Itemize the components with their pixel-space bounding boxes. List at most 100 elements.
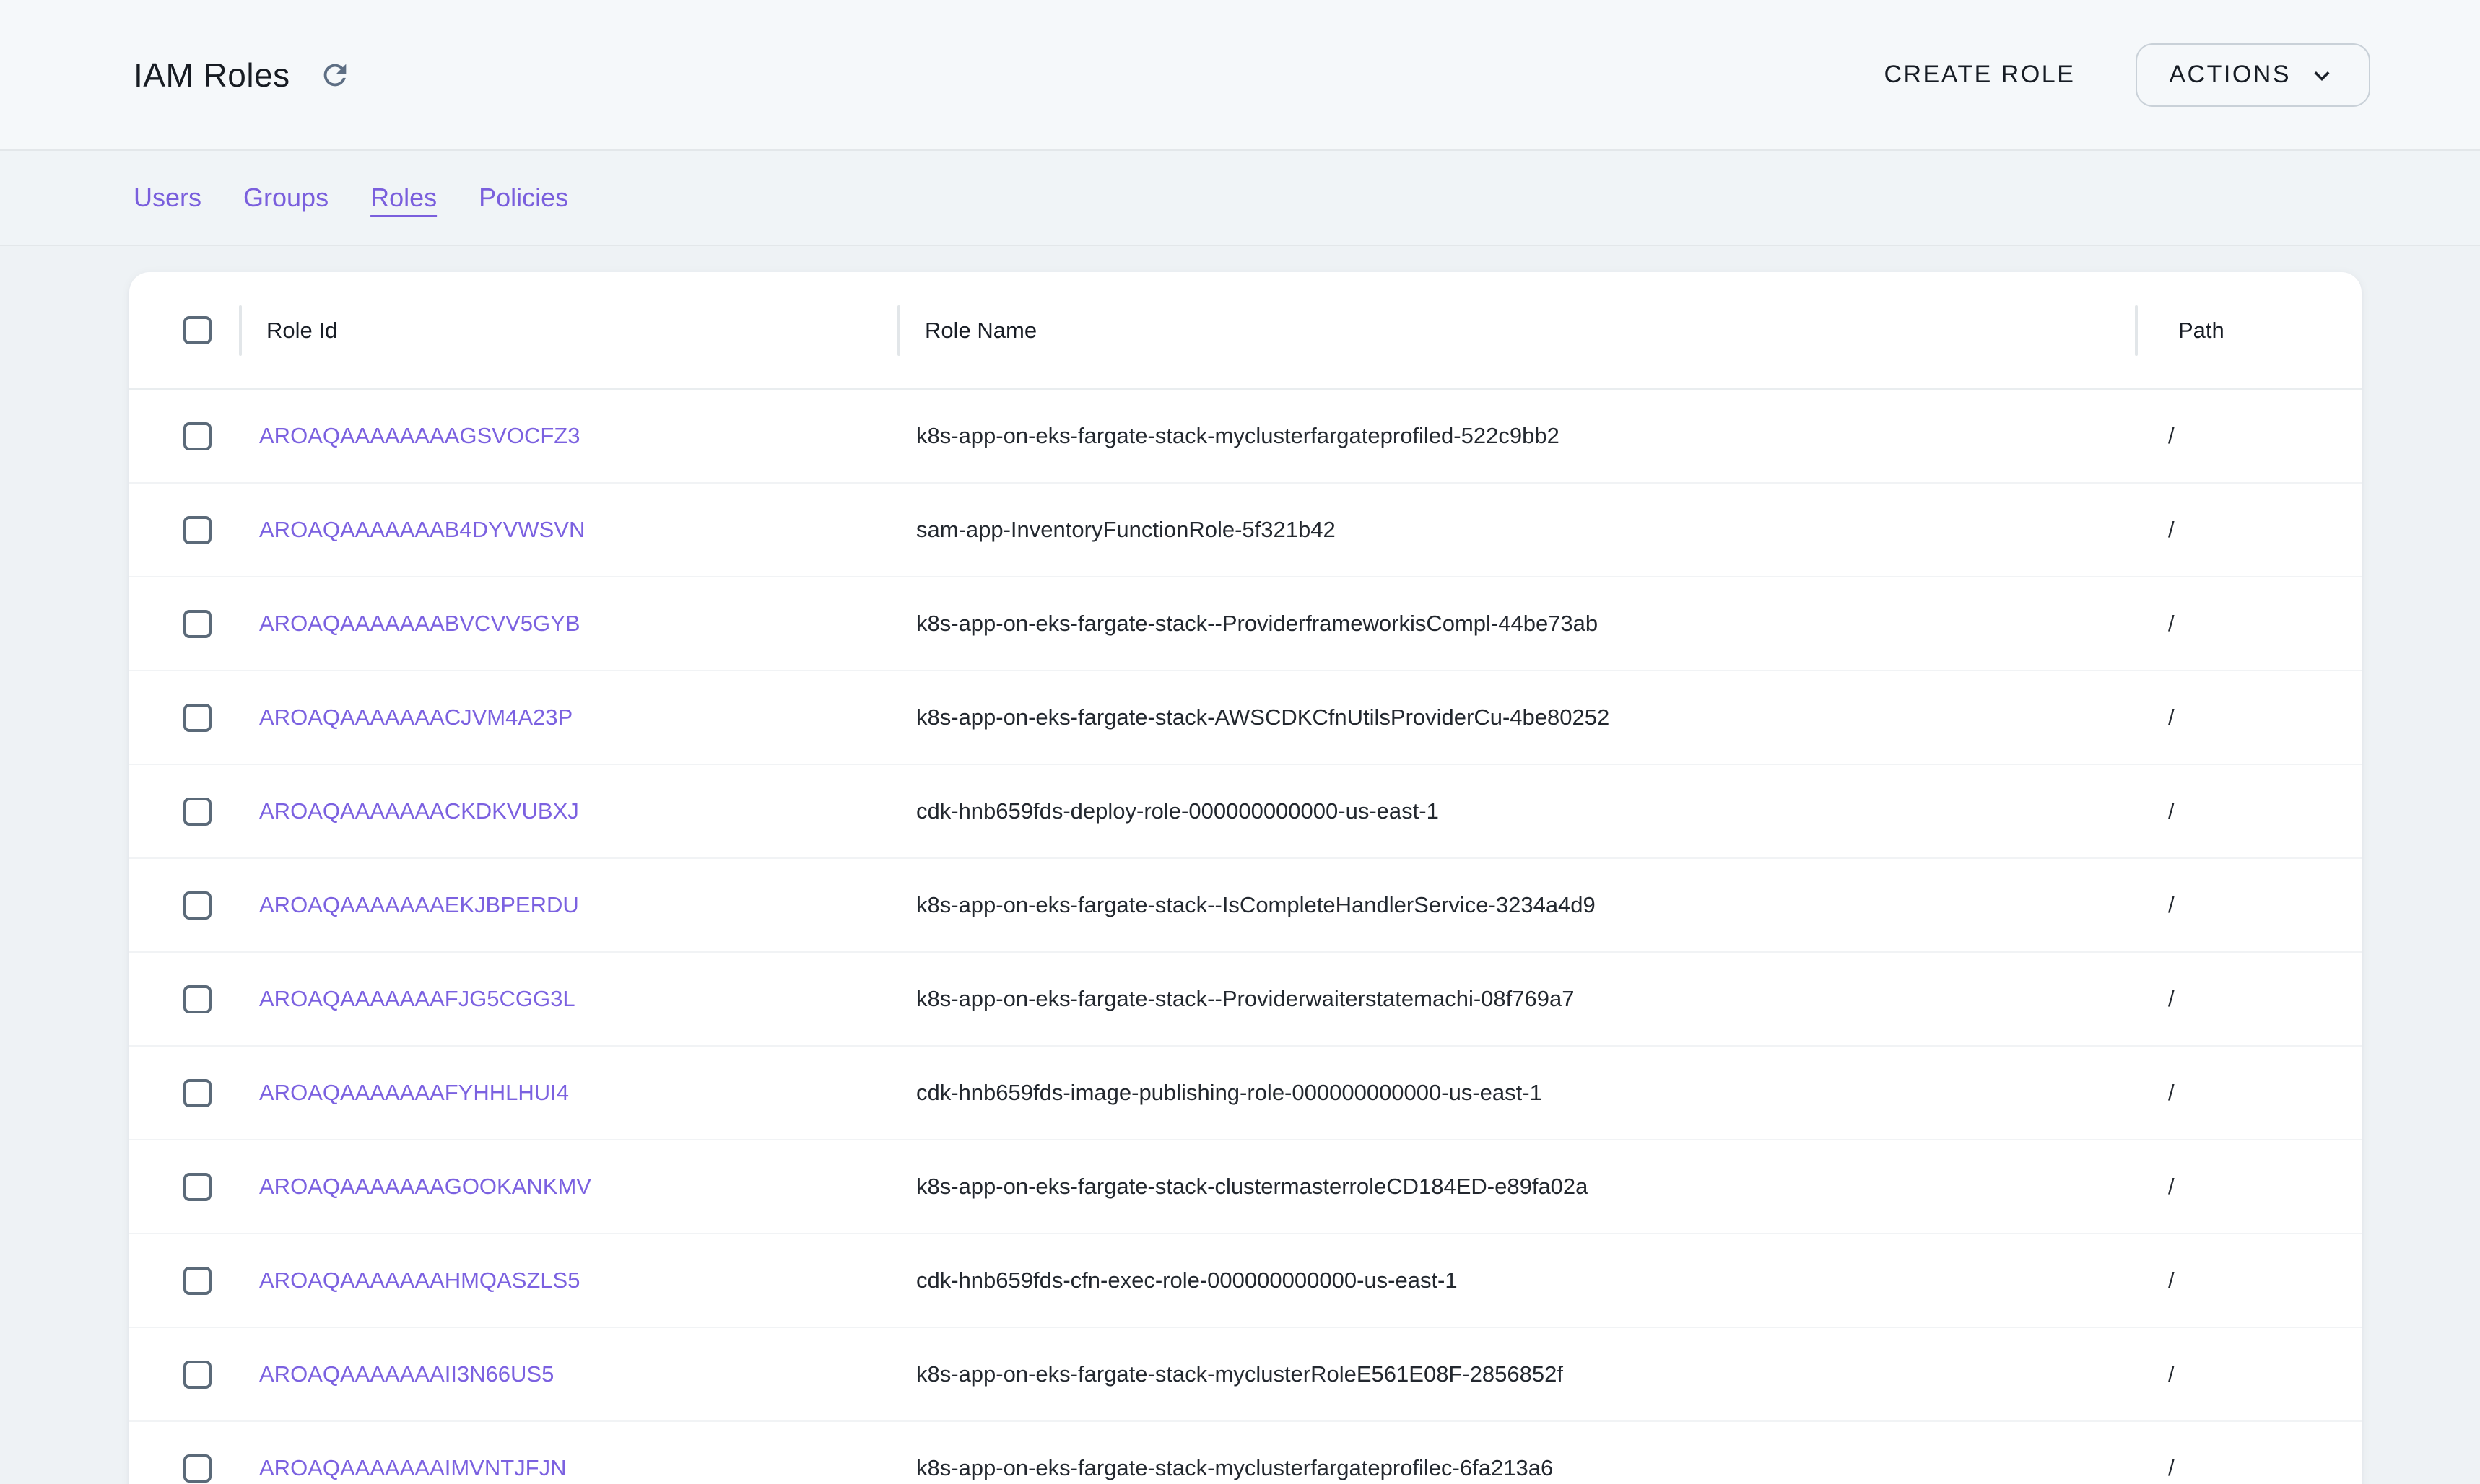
row-checkbox[interactable] [183, 1454, 212, 1483]
role-id-link[interactable]: AROAQAAAAAAACKDKVUBXJ [259, 798, 579, 824]
table-row: AROAQAAAAAAAEKJBPERDU k8s-app-on-eks-far… [129, 859, 2362, 953]
row-checkbox-cell [129, 516, 240, 544]
table-row: AROAQAAAAAAAB4DYVWSVN sam-app-InventoryF… [129, 484, 2362, 577]
row-checkbox[interactable] [183, 704, 212, 732]
role-name-cell: cdk-hnb659fds-image-publishing-role-0000… [899, 1080, 2136, 1106]
row-checkbox[interactable] [183, 798, 212, 826]
role-id-cell: AROAQAAAAAAABVCVV5GYB [240, 611, 899, 637]
path-cell: / [2136, 986, 2362, 1012]
table-row: AROAQAAAAAAAFYHHLHUI4 cdk-hnb659fds-imag… [129, 1047, 2362, 1140]
row-checkbox-cell [129, 891, 240, 920]
row-checkbox[interactable] [183, 516, 212, 544]
table-row: AROAQAAAAAAACKDKVUBXJ cdk-hnb659fds-depl… [129, 765, 2362, 859]
tab-roles[interactable]: Roles [370, 183, 437, 213]
role-name-cell: k8s-app-on-eks-fargate-stack-clustermast… [899, 1174, 2136, 1200]
path-cell: / [2136, 1080, 2362, 1106]
select-all-checkbox[interactable] [183, 316, 212, 344]
title-bar: IAM Roles CREATE ROLE ACTIONS [0, 0, 2480, 151]
role-id-cell: AROAQAAAAAAAHMQASZLS5 [240, 1267, 899, 1293]
role-id-link[interactable]: AROAQAAAAAAAAGSVOCFZ3 [259, 423, 580, 448]
row-checkbox[interactable] [183, 1267, 212, 1295]
role-id-cell: AROAQAAAAAAAII3N66US5 [240, 1361, 899, 1387]
row-checkbox-cell [129, 1361, 240, 1389]
column-separator [2135, 305, 2138, 356]
row-checkbox[interactable] [183, 1361, 212, 1389]
role-id-cell: AROAQAAAAAAAAGSVOCFZ3 [240, 423, 899, 449]
path-cell: / [2136, 892, 2362, 918]
column-separator [239, 305, 242, 356]
row-checkbox-cell [129, 1454, 240, 1483]
role-name-cell: k8s-app-on-eks-fargate-stack--Providerfr… [899, 611, 2136, 637]
table-header-row: Role Id Role Name Path [129, 272, 2362, 390]
table-row: AROAQAAAAAAAII3N66US5 k8s-app-on-eks-far… [129, 1328, 2362, 1422]
role-id-cell: AROAQAAAAAAAGOOKANKMV [240, 1174, 899, 1200]
table-row: AROAQAAAAAAACJVM4A23P k8s-app-on-eks-far… [129, 671, 2362, 765]
table-row: AROAQAAAAAAAIMVNTJFJN k8s-app-on-eks-far… [129, 1422, 2362, 1484]
role-id-link[interactable]: AROAQAAAAAAAII3N66US5 [259, 1361, 554, 1387]
select-all-cell [129, 316, 240, 344]
refresh-button[interactable] [315, 55, 355, 95]
table-row: AROAQAAAAAAAAGSVOCFZ3 k8s-app-on-eks-far… [129, 390, 2362, 484]
row-checkbox[interactable] [183, 422, 212, 450]
tab-users[interactable]: Users [134, 183, 201, 213]
column-separator [897, 305, 900, 356]
role-id-link[interactable]: AROAQAAAAAAAFYHHLHUI4 [259, 1080, 569, 1105]
create-role-button[interactable]: CREATE ROLE [1876, 48, 2082, 102]
actions-button-label: ACTIONS [2169, 61, 2291, 89]
row-checkbox[interactable] [183, 1173, 212, 1201]
role-id-cell: AROAQAAAAAAACKDKVUBXJ [240, 798, 899, 824]
chevron-down-icon [2307, 59, 2337, 91]
role-id-link[interactable]: AROAQAAAAAAACJVM4A23P [259, 704, 573, 730]
table-row: AROAQAAAAAAABVCVV5GYB k8s-app-on-eks-far… [129, 577, 2362, 671]
row-checkbox-cell [129, 798, 240, 826]
actions-button[interactable]: ACTIONS [2136, 43, 2370, 107]
role-name-cell: k8s-app-on-eks-fargate-stack-myclusterfa… [899, 1455, 2136, 1481]
role-id-link[interactable]: AROAQAAAAAAAFJG5CGG3L [259, 986, 575, 1011]
row-checkbox-cell [129, 610, 240, 638]
column-header-path: Path [2136, 318, 2362, 344]
iam-tab-bar: Users Groups Roles Policies [0, 151, 2480, 246]
role-name-cell: cdk-hnb659fds-cfn-exec-role-000000000000… [899, 1267, 2136, 1293]
role-id-link[interactable]: AROAQAAAAAAAEKJBPERDU [259, 892, 579, 917]
role-id-link[interactable]: AROAQAAAAAAAHMQASZLS5 [259, 1267, 580, 1293]
role-name-cell: k8s-app-on-eks-fargate-stack--IsComplete… [899, 892, 2136, 918]
tab-policies[interactable]: Policies [479, 183, 568, 213]
roles-table-card: Role Id Role Name Path AROAQAAAAAAAAGSVO… [129, 272, 2362, 1484]
role-name-cell: k8s-app-on-eks-fargate-stack--Providerwa… [899, 986, 2136, 1012]
role-id-cell: AROAQAAAAAAAIMVNTJFJN [240, 1455, 899, 1481]
role-id-link[interactable]: AROAQAAAAAAAIMVNTJFJN [259, 1455, 566, 1480]
path-cell: / [2136, 1361, 2362, 1387]
path-cell: / [2136, 704, 2362, 730]
table-body: AROAQAAAAAAAAGSVOCFZ3 k8s-app-on-eks-far… [129, 390, 2362, 1484]
role-id-link[interactable]: AROAQAAAAAAAGOOKANKMV [259, 1174, 591, 1199]
table-row: AROAQAAAAAAAGOOKANKMV k8s-app-on-eks-far… [129, 1140, 2362, 1234]
row-checkbox-cell [129, 985, 240, 1013]
role-name-cell: k8s-app-on-eks-fargate-stack-AWSCDKCfnUt… [899, 704, 2136, 730]
row-checkbox-cell [129, 1173, 240, 1201]
refresh-icon [318, 58, 352, 92]
row-checkbox[interactable] [183, 610, 212, 638]
page-title: IAM Roles [134, 56, 290, 95]
path-cell: / [2136, 798, 2362, 824]
role-name-cell: cdk-hnb659fds-deploy-role-000000000000-u… [899, 798, 2136, 824]
row-checkbox-cell [129, 422, 240, 450]
row-checkbox[interactable] [183, 985, 212, 1013]
role-id-cell: AROAQAAAAAAAFYHHLHUI4 [240, 1080, 899, 1106]
role-name-cell: sam-app-InventoryFunctionRole-5f321b42 [899, 517, 2136, 543]
role-name-cell: k8s-app-on-eks-fargate-stack-myclusterfa… [899, 423, 2136, 449]
tab-groups[interactable]: Groups [243, 183, 329, 213]
row-checkbox-cell [129, 704, 240, 732]
row-checkbox[interactable] [183, 1079, 212, 1107]
path-cell: / [2136, 517, 2362, 543]
row-checkbox[interactable] [183, 891, 212, 920]
role-name-cell: k8s-app-on-eks-fargate-stack-myclusterRo… [899, 1361, 2136, 1387]
column-header-role-id: Role Id [240, 318, 899, 344]
content-area: Role Id Role Name Path AROAQAAAAAAAAGSVO… [0, 246, 2480, 1483]
role-id-link[interactable]: AROAQAAAAAAAB4DYVWSVN [259, 517, 585, 542]
role-id-cell: AROAQAAAAAAAFJG5CGG3L [240, 986, 899, 1012]
table-row: AROAQAAAAAAAHMQASZLS5 cdk-hnb659fds-cfn-… [129, 1234, 2362, 1328]
role-id-link[interactable]: AROAQAAAAAAABVCVV5GYB [259, 611, 580, 636]
path-cell: / [2136, 1267, 2362, 1293]
role-id-cell: AROAQAAAAAAAB4DYVWSVN [240, 517, 899, 543]
column-header-role-name: Role Name [899, 318, 2136, 344]
